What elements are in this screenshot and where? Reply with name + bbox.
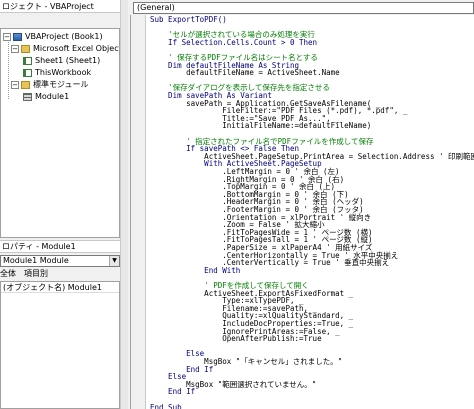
collapse-toggle-icon[interactable]: −	[3, 32, 11, 41]
code-editor[interactable]: Sub ExportToPDF() 'セルが選択されている場合のみ処理を実行 I…	[150, 15, 474, 409]
tree-item-label: 標準モジュール	[33, 80, 89, 89]
tree-item-label: Module1	[35, 92, 70, 101]
code-line[interactable]: End If	[150, 387, 195, 396]
code-line[interactable]: Sub ExportToPDF()	[150, 15, 227, 24]
tree-item-project[interactable]: − VBAProject (Book1)	[3, 31, 103, 42]
project-tree[interactable]: − VBAProject (Book1) − Microsoft Excel Obj…	[0, 28, 120, 238]
chevron-down-icon[interactable]: ▼	[109, 256, 119, 266]
object-select[interactable]: Module1 Module ▼	[0, 255, 120, 267]
code-line[interactable]: End Sub	[150, 403, 182, 409]
tab-alphabetic[interactable]: 全体	[0, 269, 16, 278]
tree-item-excel-objects[interactable]: − Microsoft Excel Objects	[11, 43, 120, 54]
module-icon	[23, 92, 32, 101]
margin-indicator-bar[interactable]	[131, 15, 146, 409]
code-line[interactable]: If Selection.Cells.Count > 0 Then	[150, 38, 317, 47]
collapse-toggle-icon[interactable]: −	[11, 80, 19, 89]
project-icon	[13, 32, 22, 41]
project-toolbar	[0, 13, 120, 28]
properties-pane-title: ロパティ - Module1	[0, 240, 120, 253]
project-pane-title: ロジェクト - VBAProject	[0, 0, 120, 13]
folder-icon	[21, 80, 30, 89]
workbook-icon	[23, 68, 32, 77]
code-line[interactable]: InitialFileName:=defaultFileName)	[150, 121, 371, 130]
properties-grid: (オブジェクト名) Module1	[0, 281, 120, 409]
tree-item-label: Microsoft Excel Objects	[33, 44, 120, 53]
pane-splitter[interactable]	[120, 0, 128, 409]
tree-item-label: Sheet1 (Sheet1)	[35, 56, 101, 65]
code-window[interactable]: Sub ExportToPDF() 'セルが選択されている場合のみ処理を実行 I…	[130, 15, 474, 409]
tab-categorized[interactable]: 項目別	[24, 269, 48, 278]
code-line[interactable]: OpenAfterPublish:=True	[150, 334, 321, 343]
tree-item-label: ThisWorkbook	[35, 68, 92, 77]
tree-item-thisworkbook[interactable]: ThisWorkbook	[23, 67, 91, 78]
code-line[interactable]: End With	[150, 266, 240, 275]
vba-editor: ロジェクト - VBAProject − VBAProject (Book1) −…	[0, 0, 474, 409]
tree-item-module1[interactable]: Module1	[23, 91, 69, 102]
tree-item-standard-modules[interactable]: − 標準モジュール	[11, 79, 88, 90]
code-line[interactable]: defaultFileName = ActiveSheet.Name	[150, 68, 340, 77]
object-combo[interactable]: (General)	[133, 2, 474, 14]
properties-tabs: 全体 項目別	[0, 268, 120, 280]
folder-icon	[21, 44, 30, 53]
sheet-icon	[23, 56, 32, 65]
tree-item-label: VBAProject (Book1)	[25, 32, 103, 41]
property-row-name[interactable]: (オブジェクト名) Module1	[1, 282, 119, 293]
tree-guide-line	[8, 39, 9, 99]
collapse-toggle-icon[interactable]: −	[11, 44, 19, 53]
tree-item-sheet1[interactable]: Sheet1 (Sheet1)	[23, 55, 100, 66]
object-select-value: Module1 Module	[3, 256, 69, 265]
